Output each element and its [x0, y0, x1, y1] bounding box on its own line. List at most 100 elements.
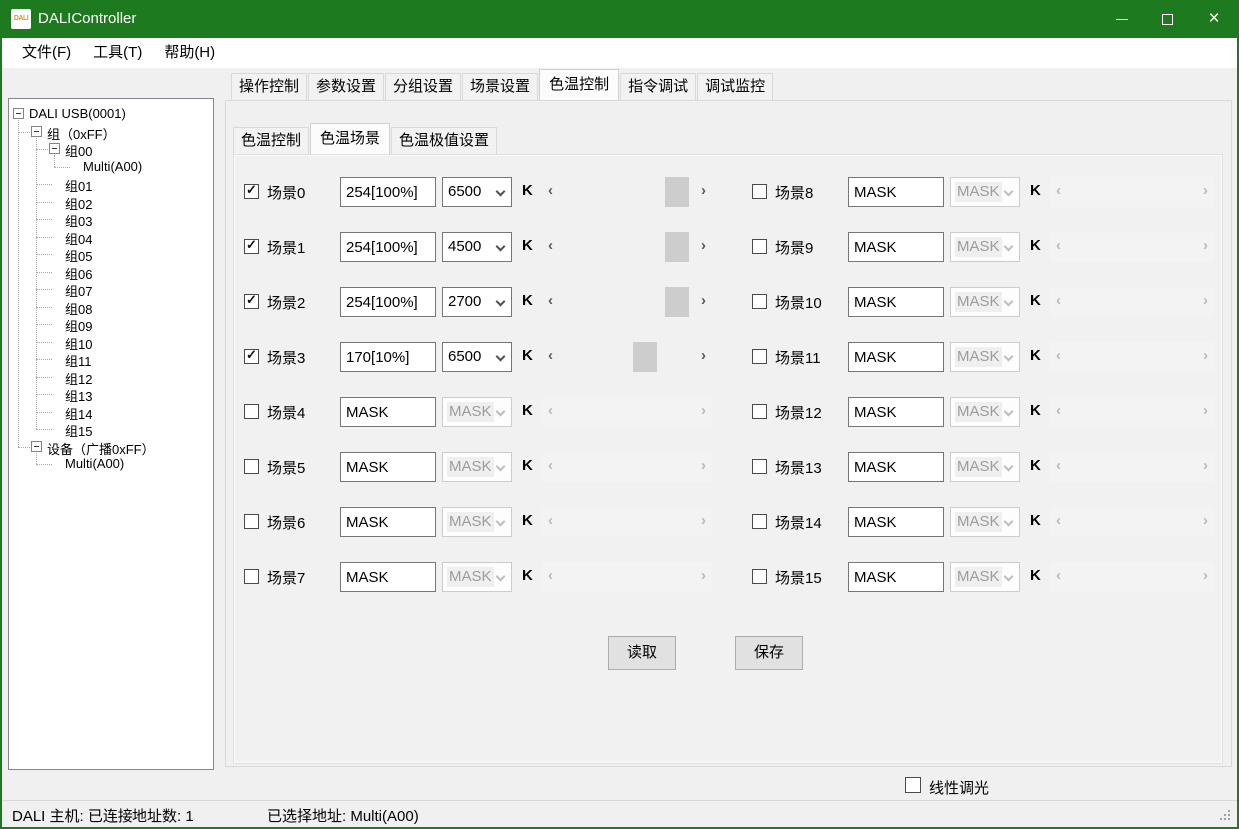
- tree-expander-icon[interactable]: [31, 126, 42, 137]
- scene-cct-select[interactable]: 6500: [442, 177, 512, 207]
- scene-checkbox[interactable]: [752, 569, 767, 584]
- scene-checkbox[interactable]: [244, 459, 259, 474]
- scene-cct-select[interactable]: 2700: [442, 287, 512, 317]
- tab-grouping-settings[interactable]: 分组设置: [385, 73, 461, 100]
- scrollbar-thumb[interactable]: [665, 177, 689, 207]
- linear-dimming-checkbox[interactable]: [905, 777, 921, 793]
- scene-checkbox[interactable]: [752, 514, 767, 529]
- tree-expander-icon[interactable]: [31, 441, 42, 452]
- kelvin-unit-label: K: [522, 182, 533, 199]
- subtab-cct-control[interactable]: 色温控制: [233, 127, 309, 154]
- cct-scrollbar[interactable]: ‹›: [542, 287, 712, 317]
- scroll-right-icon[interactable]: ›: [695, 287, 712, 317]
- scroll-right-icon[interactable]: ›: [695, 232, 712, 262]
- tab-debug-monitor[interactable]: 调试监控: [697, 73, 773, 100]
- scene-level-input[interactable]: [848, 342, 944, 372]
- subtab-cct-scene[interactable]: 色温场景: [310, 123, 390, 154]
- menu-item-file[interactable]: 文件(F): [11, 38, 82, 68]
- tree-expander-icon[interactable]: [49, 143, 60, 154]
- resize-grip-icon[interactable]: [1219, 810, 1231, 822]
- scene-level-input[interactable]: [340, 562, 436, 592]
- scene-level-input[interactable]: [340, 342, 436, 372]
- scene-checkbox[interactable]: [752, 349, 767, 364]
- scene-level-input[interactable]: [340, 397, 436, 427]
- scene-checkbox[interactable]: ✓: [244, 184, 259, 199]
- scene-checkbox[interactable]: [752, 239, 767, 254]
- scene-level-input[interactable]: [848, 232, 944, 262]
- tree-connector: [36, 412, 52, 413]
- tab-scene-settings[interactable]: 场景设置: [462, 73, 538, 100]
- scene-level-input[interactable]: [340, 232, 436, 262]
- scroll-right-icon[interactable]: ›: [695, 342, 712, 372]
- scene-cct-value: MASK: [447, 512, 494, 532]
- scene-checkbox[interactable]: [752, 404, 767, 419]
- scene-level-input[interactable]: [848, 452, 944, 482]
- scene-checkbox[interactable]: [244, 514, 259, 529]
- scene-cct-select[interactable]: 6500: [442, 342, 512, 372]
- tree-connector: [36, 342, 52, 343]
- tree-connector: [36, 429, 52, 430]
- scene-checkbox[interactable]: [752, 294, 767, 309]
- scrollbar-thumb[interactable]: [633, 342, 657, 372]
- scene-label: 场景3: [267, 347, 305, 368]
- tab-command-debug[interactable]: 指令调试: [620, 73, 696, 100]
- status-bar: DALI 主机: 已连接 地址数: 1 已选择地址: Multi(A00): [2, 800, 1237, 827]
- cct-scrollbar[interactable]: ‹›: [542, 232, 712, 262]
- scrollbar-thumb[interactable]: [665, 287, 689, 317]
- tab-operation-control[interactable]: 操作控制: [231, 73, 307, 100]
- tree-connector: [36, 202, 52, 203]
- scene-cct-select[interactable]: 4500: [442, 232, 512, 262]
- scene-checkbox[interactable]: [752, 459, 767, 474]
- maximize-button[interactable]: [1145, 0, 1191, 38]
- read-button[interactable]: 读取: [608, 636, 676, 670]
- scroll-left-icon[interactable]: ‹: [542, 177, 559, 207]
- tree-expander-icon[interactable]: [13, 108, 24, 119]
- chevron-down-icon: [1004, 517, 1014, 527]
- tab-parameter-settings[interactable]: 参数设置: [308, 73, 384, 100]
- cct-scrollbar[interactable]: ‹›: [542, 342, 712, 372]
- menu-item-help[interactable]: 帮助(H): [153, 38, 226, 68]
- scene-level-input[interactable]: [848, 177, 944, 207]
- scroll-left-icon[interactable]: ‹: [542, 342, 559, 372]
- scene-level-input[interactable]: [340, 287, 436, 317]
- menu-item-tools[interactable]: 工具(T): [82, 38, 153, 68]
- minimize-button[interactable]: [1099, 0, 1145, 38]
- save-button[interactable]: 保存: [735, 636, 803, 670]
- scroll-left-icon[interactable]: ‹: [542, 232, 559, 262]
- cct-scrollbar: ‹›: [1050, 562, 1214, 592]
- scene-level-input[interactable]: [848, 562, 944, 592]
- cct-scrollbar[interactable]: ‹›: [542, 177, 712, 207]
- subtab-cct-limit-settings[interactable]: 色温极值设置: [391, 127, 497, 154]
- scene-checkbox[interactable]: [244, 404, 259, 419]
- scroll-left-icon[interactable]: ‹: [542, 287, 559, 317]
- scene-level-input[interactable]: [340, 507, 436, 537]
- scrollbar-thumb[interactable]: [665, 232, 689, 262]
- scroll-right-icon: ›: [695, 452, 712, 482]
- scene-cct-select: MASK: [950, 507, 1020, 537]
- chevron-down-icon: [1004, 462, 1014, 472]
- scene-checkbox[interactable]: ✓: [244, 349, 259, 364]
- scene-checkbox[interactable]: [752, 184, 767, 199]
- menu-bar: 文件(F)工具(T)帮助(H): [2, 38, 1237, 68]
- scroll-right-icon: ›: [1197, 342, 1214, 372]
- scene-checkbox[interactable]: ✓: [244, 239, 259, 254]
- chevron-down-icon: [496, 407, 506, 417]
- scene-level-input[interactable]: [340, 452, 436, 482]
- tab-color-temp-control[interactable]: 色温控制: [539, 69, 619, 100]
- scroll-left-icon: ‹: [1050, 507, 1067, 537]
- scroll-left-icon: ‹: [542, 397, 559, 427]
- scene-level-input[interactable]: [848, 397, 944, 427]
- scene-level-input[interactable]: [848, 507, 944, 537]
- cct-scrollbar: ‹›: [542, 562, 712, 592]
- scene-label: 场景15: [775, 567, 822, 588]
- scene-label: 场景2: [267, 292, 305, 313]
- scene-checkbox[interactable]: [244, 569, 259, 584]
- scene-checkbox[interactable]: ✓: [244, 294, 259, 309]
- scene-level-input[interactable]: [848, 287, 944, 317]
- scene-cct-select: MASK: [950, 452, 1020, 482]
- scene-level-input[interactable]: [340, 177, 436, 207]
- close-button[interactable]: ×: [1191, 0, 1237, 38]
- device-tree[interactable]: DALI USB(0001)组（0xFF）组00Multi(A00)组01组02…: [8, 98, 214, 770]
- maximize-icon: [1162, 14, 1173, 25]
- scroll-right-icon[interactable]: ›: [695, 177, 712, 207]
